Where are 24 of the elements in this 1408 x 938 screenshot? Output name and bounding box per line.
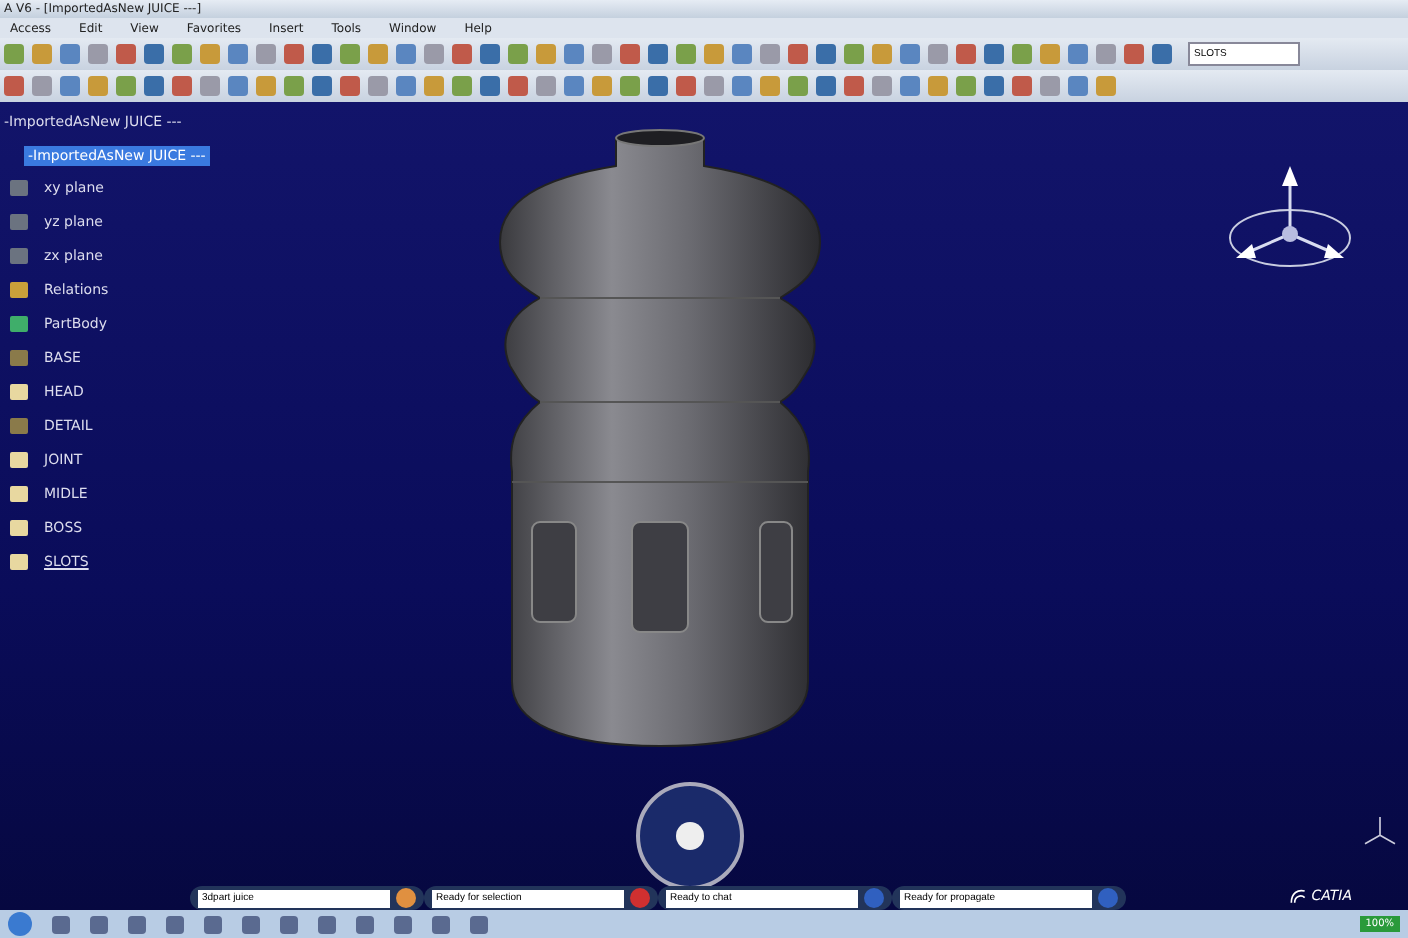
taskbar-icon[interactable] [470,915,488,933]
taskbar-icon[interactable] [128,915,146,933]
taskbar-icon[interactable] [166,915,184,933]
status-icon[interactable] [864,888,884,908]
feature-icon [10,383,28,399]
status-icon[interactable] [396,888,416,908]
taskbar-icon[interactable] [242,915,260,933]
status-icon[interactable] [1098,888,1118,908]
partbody-icon [10,315,28,331]
geoset-icon [10,349,28,365]
relations-icon [10,281,28,297]
taskbar-icon[interactable] [280,915,298,933]
start-icon[interactable] [8,912,32,936]
logo-icon [1287,886,1308,906]
navigation-ball[interactable] [636,782,744,890]
geoset-icon [10,417,28,433]
taskbar-icon[interactable] [318,915,336,933]
status-icon[interactable] [630,888,650,908]
taskbar-icon[interactable] [432,915,450,933]
taskbar-icon[interactable] [52,915,70,933]
taskbar-icon[interactable] [356,915,374,933]
taskbar-icon[interactable] [204,915,222,933]
taskbar-icon[interactable] [90,915,108,933]
taskbar-icon[interactable] [394,915,412,933]
